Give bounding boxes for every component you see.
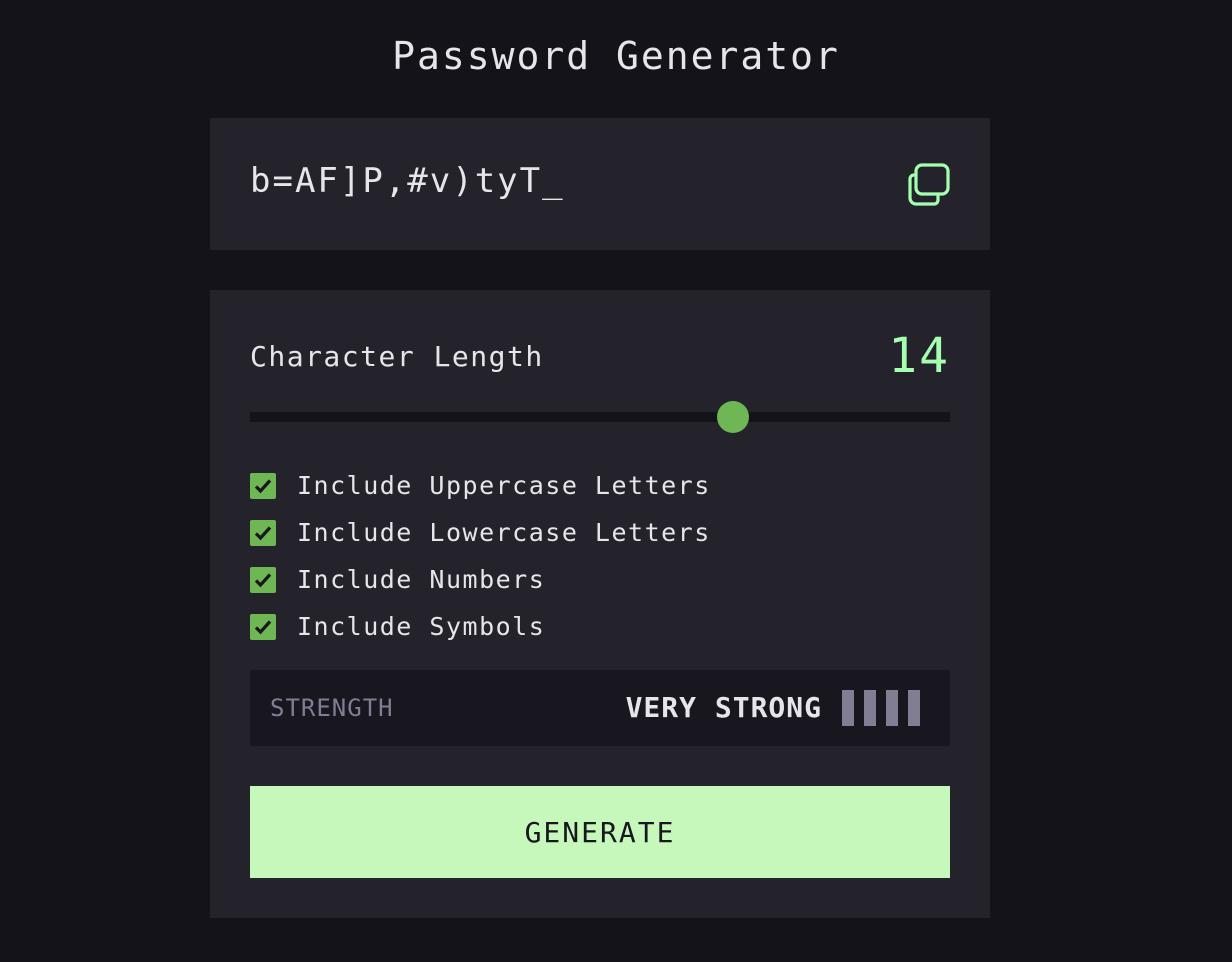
option-label: Include Uppercase Letters	[297, 471, 711, 500]
checkbox-uppercase[interactable]	[250, 472, 276, 499]
character-length-label: Character Length	[250, 340, 544, 373]
checkmark-icon	[254, 619, 272, 634]
copy-icon	[908, 163, 950, 206]
password-output-panel: b=AF]P,#v)tyT_	[210, 118, 990, 250]
strength-bar	[908, 690, 920, 726]
options-checklist: Include Uppercase Letters Include Lowerc…	[250, 462, 711, 650]
strength-value: VERY STRONG	[625, 691, 822, 724]
checkmark-icon	[254, 478, 272, 493]
option-label: Include Symbols	[297, 612, 546, 641]
checkmark-icon	[254, 572, 272, 587]
strength-meter: STRENGTH VERY STRONG	[250, 670, 950, 746]
strength-bars	[842, 690, 920, 726]
options-panel: Character Length 14 Include Uppercase Le…	[210, 290, 990, 918]
checkbox-lowercase[interactable]	[250, 519, 276, 546]
option-symbols[interactable]: Include Symbols	[250, 603, 711, 650]
option-label: Include Lowercase Letters	[297, 518, 711, 547]
slider-thumb[interactable]	[717, 401, 749, 433]
strength-bar	[842, 690, 854, 726]
option-uppercase[interactable]: Include Uppercase Letters	[250, 462, 711, 509]
strength-label: STRENGTH	[270, 694, 394, 722]
slider-track[interactable]	[250, 412, 950, 422]
checkbox-symbols[interactable]	[250, 613, 276, 640]
option-label: Include Numbers	[297, 565, 546, 594]
checkbox-numbers[interactable]	[250, 566, 276, 593]
strength-bar	[864, 690, 876, 726]
checkmark-icon	[254, 525, 272, 540]
password-display: b=AF]P,#v)tyT_	[250, 161, 565, 201]
character-length-value: 14	[888, 328, 950, 384]
page-title: Password Generator	[392, 34, 840, 78]
strength-bar	[886, 690, 898, 726]
option-lowercase[interactable]: Include Lowercase Letters	[250, 509, 711, 556]
copy-button[interactable]	[908, 162, 952, 206]
generate-button[interactable]: GENERATE	[250, 786, 950, 878]
option-numbers[interactable]: Include Numbers	[250, 556, 711, 603]
length-slider[interactable]	[250, 401, 950, 433]
